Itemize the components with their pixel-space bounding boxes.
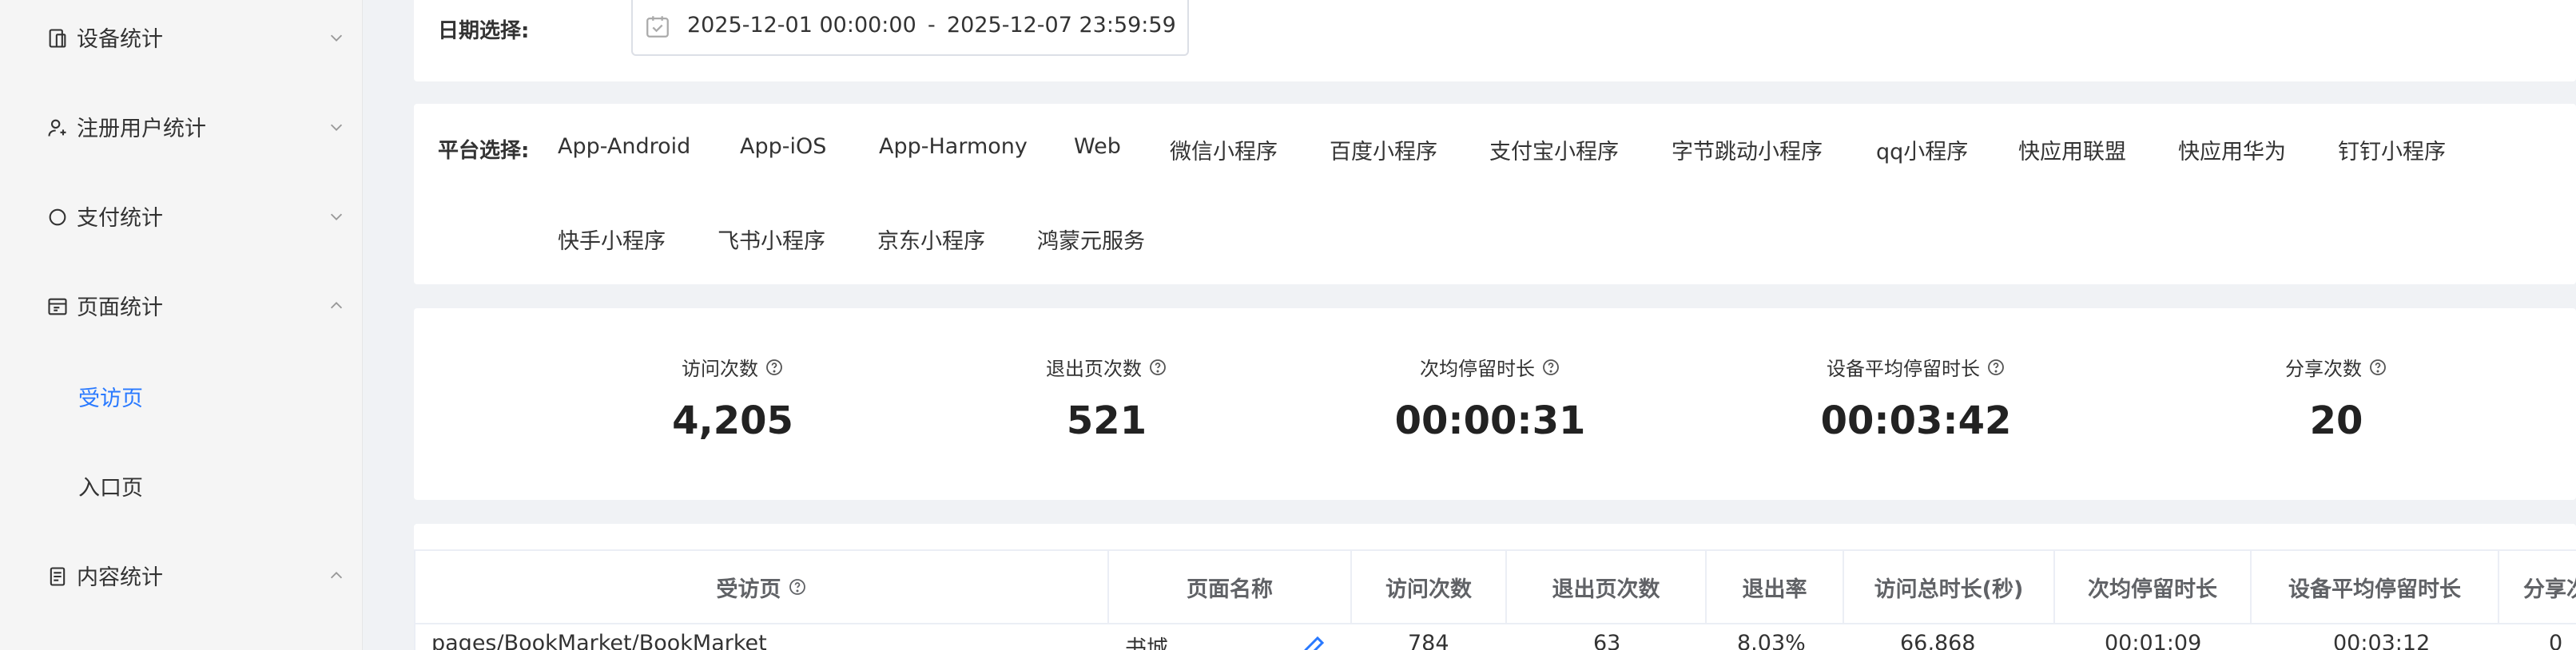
platform-option[interactable]: App-Android — [558, 134, 690, 159]
table-cell: 00:03:12 — [2333, 631, 2431, 650]
sidebar-subitem-label: 入口页 — [78, 475, 143, 501]
table-cell[interactable]: pages/BookMarket/BookMarket — [431, 631, 767, 650]
stat-device-avg-duration: 设备平均停留时长 00:03:42 — [1756, 353, 2076, 443]
stat-avg-duration: 次均停留时长 00:00:31 — [1358, 353, 1622, 443]
column-header-label: 受访页 — [716, 577, 781, 602]
table-cell: 书城 — [1125, 636, 1168, 650]
stat-label: 设备平均停留时长 — [1827, 358, 1980, 380]
calendar-icon — [646, 16, 669, 38]
platform-option[interactable]: 快应用华为 — [2178, 134, 2286, 165]
stat-label: 退出页次数 — [1046, 358, 1142, 380]
sidebar-item-label: 设备统计 — [77, 26, 163, 52]
table-cell: 784 — [1408, 631, 1449, 650]
stat-label: 分享次数 — [2285, 358, 2362, 380]
help-icon[interactable] — [788, 577, 807, 596]
platform-option[interactable]: App-iOS — [740, 134, 826, 159]
sidebar-item-page-stats[interactable]: 页面统计 — [0, 281, 363, 329]
stats-card: 访问次数 4,205 退出页次数 521 次均停留时长 00:00:31 设备平… — [414, 308, 2576, 500]
date-range-end[interactable]: 2025-12-07 23:59:59 — [947, 13, 1176, 38]
chevron-up-icon — [330, 572, 343, 579]
platform-option[interactable]: 钉钉小程序 — [2338, 134, 2446, 165]
data-table: 受访页 页面名称 访问次数 退出页次数 退出率 访问总时长(秒) 次均停留时长 … — [414, 549, 2576, 650]
column-header-exit-rate[interactable]: 退出率 — [1707, 551, 1844, 623]
help-icon[interactable] — [1148, 358, 1167, 377]
table-cell: 00:01:09 — [2105, 631, 2202, 650]
chevron-down-icon — [330, 213, 343, 220]
stat-value: 20 — [2309, 398, 2363, 443]
platform-option[interactable]: App-Harmony — [879, 134, 1028, 159]
stat-visits: 访问次数 4,205 — [617, 353, 849, 443]
sidebar-item-label: 内容统计 — [77, 565, 163, 590]
table-cell: 8.03% — [1737, 631, 1806, 650]
platform-option[interactable]: 快应用联盟 — [2018, 134, 2126, 165]
help-icon[interactable] — [765, 358, 784, 377]
help-icon[interactable] — [1541, 358, 1560, 377]
date-range-start[interactable]: 2025-12-01 00:00:00 — [687, 13, 916, 38]
platform-option[interactable]: Web — [1074, 134, 1121, 159]
edit-icon[interactable] — [1301, 631, 1330, 650]
sidebar-item-label: 页面统计 — [77, 295, 163, 320]
sidebar: 设备统计 注册用户统计 支付统计 页面统计 受访页 入口页 内容统计 — [0, 0, 363, 650]
date-filter-card: 日期选择: 2025-12-01 00:00:00 - 2025-12-07 2… — [414, 0, 2576, 81]
table-cell: 63 — [1593, 631, 1621, 650]
sidebar-subitem-label: 受访页 — [78, 386, 143, 411]
column-header-device-avg-duration[interactable]: 设备平均停留时长 — [2252, 551, 2499, 623]
platform-option[interactable]: 鸿蒙元服务 — [1037, 224, 1145, 255]
stat-label: 访问次数 — [682, 358, 758, 380]
sidebar-subitem-visited-page[interactable]: 受访页 — [0, 372, 363, 420]
column-header-visits[interactable]: 访问次数 — [1352, 551, 1507, 623]
column-header-avg-duration[interactable]: 次均停留时长 — [2055, 551, 2252, 623]
document-icon — [50, 567, 66, 586]
column-header-total-duration[interactable]: 访问总时长(秒) — [1844, 551, 2055, 623]
stat-exit-count: 退出页次数 521 — [991, 353, 1222, 443]
platform-option[interactable]: 支付宝小程序 — [1489, 134, 1619, 165]
chevron-down-icon — [330, 34, 343, 42]
column-header-visited-page[interactable]: 受访页 — [415, 551, 1109, 623]
table-cell: 66,868 — [1900, 631, 1976, 650]
sidebar-item-device-stats[interactable]: 设备统计 — [0, 13, 363, 61]
column-header-exit-count[interactable]: 退出页次数 — [1507, 551, 1707, 623]
help-icon[interactable] — [2368, 358, 2387, 377]
column-header-share-count[interactable]: 分享次 — [2499, 551, 2576, 623]
main-content: 日期选择: 2025-12-01 00:00:00 - 2025-12-07 2… — [388, 0, 2576, 650]
chevron-up-icon — [330, 302, 343, 309]
platform-filter-label: 平台选择: — [438, 139, 530, 163]
sidebar-item-label: 支付统计 — [77, 205, 163, 231]
header-divider — [415, 623, 2576, 624]
sidebar-item-content-stats[interactable]: 内容统计 — [0, 551, 363, 599]
sidebar-subitem-entry-page[interactable]: 入口页 — [0, 462, 363, 509]
table-cell: 0 — [2549, 631, 2563, 650]
circle-icon — [49, 208, 66, 226]
chevron-down-icon — [330, 124, 343, 131]
page-icon — [48, 298, 67, 315]
platform-filter-card: 平台选择: App-Android App-iOS App-Harmony We… — [414, 104, 2576, 284]
platform-option[interactable]: 快手小程序 — [558, 224, 666, 255]
stat-value: 4,205 — [672, 398, 793, 443]
user-icon — [48, 119, 66, 137]
stat-label: 次均停留时长 — [1420, 358, 1535, 380]
stat-share-count: 分享次数 20 — [2232, 353, 2440, 443]
sidebar-item-payment-stats[interactable]: 支付统计 — [0, 192, 363, 240]
platform-option[interactable]: 微信小程序 — [1170, 134, 1278, 165]
column-header-page-name[interactable]: 页面名称 — [1109, 551, 1352, 623]
platform-option[interactable]: 京东小程序 — [877, 224, 985, 255]
date-range-separator: - — [928, 13, 936, 38]
platform-option[interactable]: qq小程序 — [1876, 134, 1968, 165]
stat-value: 521 — [1066, 398, 1147, 443]
date-range-picker[interactable]: 2025-12-01 00:00:00 - 2025-12-07 23:59:5… — [631, 0, 1189, 56]
stat-value: 00:00:31 — [1394, 398, 1586, 443]
device-icon — [49, 29, 66, 48]
stat-value: 00:03:42 — [1820, 398, 2012, 443]
platform-option[interactable]: 飞书小程序 — [718, 224, 825, 255]
sidebar-item-label: 注册用户统计 — [77, 116, 206, 141]
date-filter-label: 日期选择: — [438, 19, 530, 43]
sidebar-item-registered-users[interactable]: 注册用户统计 — [0, 102, 363, 150]
platform-option[interactable]: 字节跳动小程序 — [1672, 134, 1823, 165]
platform-option[interactable]: 百度小程序 — [1330, 134, 1437, 165]
help-icon[interactable] — [1986, 358, 2006, 377]
